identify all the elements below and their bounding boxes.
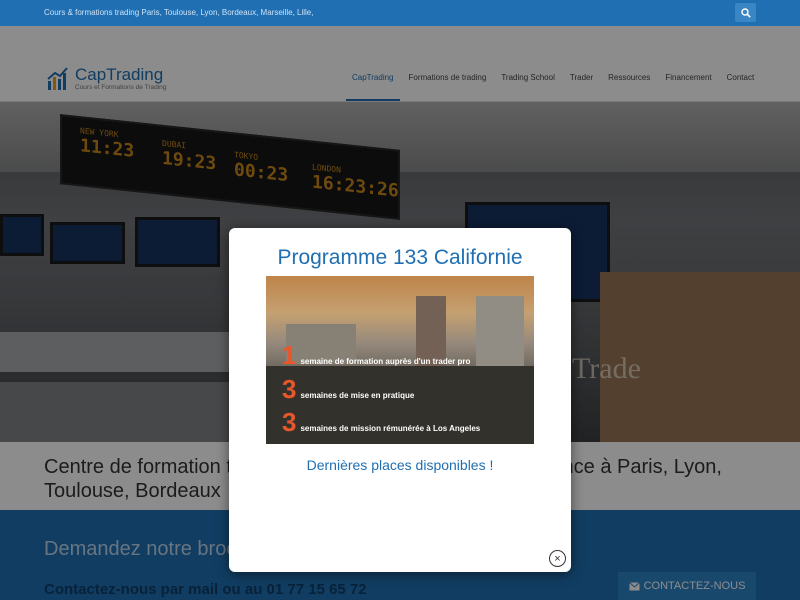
promo-number: 3 <box>282 407 297 437</box>
promo-number: 1 <box>282 340 297 370</box>
promo-text: semaines de mission rémunérée à Los Ange… <box>300 424 481 433</box>
close-button[interactable]: × <box>549 550 566 567</box>
promo-line: 3 semaines de mission rémunérée à Los An… <box>282 407 480 438</box>
close-icon: × <box>554 552 561 565</box>
promo-text: semaine de formation auprès d'un trader … <box>300 357 471 366</box>
places-available-link[interactable]: Dernières places disponibles ! <box>229 457 571 473</box>
promo-line: 3 semaines de mise en pratique <box>282 374 414 405</box>
search-icon <box>740 7 751 18</box>
promo-modal: Programme 133 Californie 1 semaine de fo… <box>229 228 571 572</box>
promo-text: semaines de mise en pratique <box>300 391 415 400</box>
top-tagline: Cours & formations trading Paris, Toulou… <box>44 8 314 17</box>
top-bar: Cours & formations trading Paris, Toulou… <box>0 0 800 26</box>
promo-image[interactable]: 1 semaine de formation auprès d'un trade… <box>266 276 534 444</box>
promo-line: 1 semaine de formation auprès d'un trade… <box>282 340 470 371</box>
modal-title: Programme 133 Californie <box>277 246 523 269</box>
search-button[interactable] <box>735 3 756 22</box>
promo-number: 3 <box>282 374 297 404</box>
